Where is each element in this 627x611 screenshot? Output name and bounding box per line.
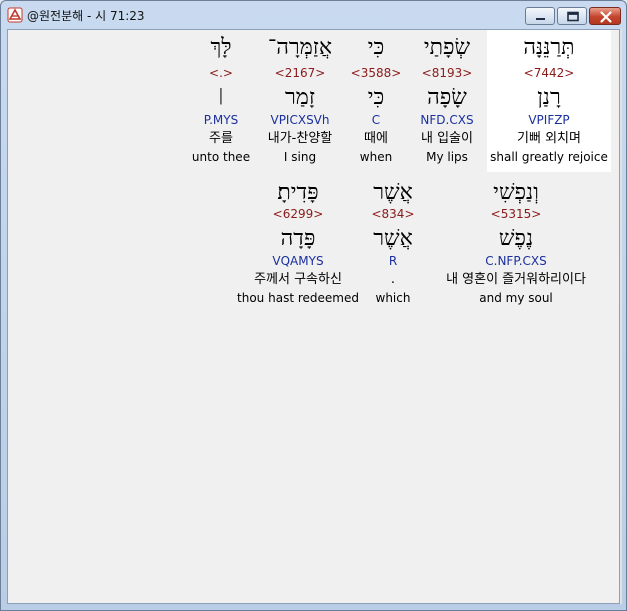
hebrew-root: ׀ bbox=[217, 90, 225, 106]
title-bar[interactable]: @원전분해 - 시 71:23 bbox=[1, 1, 626, 29]
korean-gloss: 내가-찬양할 bbox=[267, 131, 333, 146]
strong-number[interactable]: <7442> bbox=[487, 66, 611, 80]
word-column[interactable]: תְּרַנֵּנָּה <7442> רָנַן VPIFZP 기뻐 외치며 … bbox=[487, 30, 611, 172]
korean-gloss: 때에 bbox=[364, 131, 388, 146]
minimize-button[interactable] bbox=[525, 7, 555, 25]
morphology-code[interactable]: VPIFZP bbox=[487, 113, 611, 127]
strong-number[interactable]: <.> bbox=[188, 66, 254, 80]
hebrew-word: וְנַפְשִׁי bbox=[493, 180, 539, 205]
word-column[interactable]: כִּי <3588> כִּי C 때에 when bbox=[350, 30, 402, 172]
korean-gloss: 내 입술이 bbox=[421, 131, 473, 146]
strong-number[interactable]: <5315> bbox=[426, 207, 606, 221]
english-gloss: I sing bbox=[283, 150, 317, 164]
korean-gloss: 내 영혼이 즐거워하리이다 bbox=[446, 272, 586, 287]
hebrew-word: תְּרַנֵּנָּה bbox=[523, 35, 575, 60]
english-gloss: which bbox=[375, 291, 411, 305]
strong-number[interactable]: <834> bbox=[366, 207, 420, 221]
scroll-edge bbox=[620, 29, 622, 604]
maximize-button[interactable] bbox=[557, 7, 587, 25]
word-column[interactable]: אֲזַמְּרָה־ <2167> זָמַר VPICXSVh 내가-찬양할… bbox=[258, 30, 342, 172]
strong-number[interactable]: <3588> bbox=[350, 66, 402, 80]
app-logo-icon bbox=[7, 7, 23, 23]
hebrew-root: שָׂפָה bbox=[427, 85, 467, 110]
english-gloss: shall greatly rejoice bbox=[490, 150, 608, 164]
english-gloss: thou hast redeemed bbox=[237, 291, 359, 305]
minimize-icon bbox=[536, 18, 545, 20]
morphology-code[interactable]: NFD.CXS bbox=[410, 113, 484, 127]
hebrew-word: לָּךְ bbox=[210, 35, 232, 60]
close-icon bbox=[600, 11, 612, 23]
korean-gloss: . bbox=[390, 272, 396, 287]
morphology-code[interactable]: P.MYS bbox=[188, 113, 254, 127]
morphology-code[interactable]: R bbox=[366, 254, 420, 268]
hebrew-root: אֲשֶׁר bbox=[373, 226, 413, 251]
morphology-code[interactable]: VQAMYS bbox=[236, 254, 360, 268]
word-column[interactable]: אֲשֶׁר <834> אֲשֶׁר R . which bbox=[366, 175, 420, 317]
english-gloss: and my soul bbox=[479, 291, 553, 305]
analysis-pane[interactable]: תְּרַנֵּנָּה <7442> רָנַן VPIFZP 기뻐 외치며 … bbox=[7, 29, 620, 604]
hebrew-word: אֲזַמְּרָה־ bbox=[267, 35, 333, 60]
english-gloss: My lips bbox=[426, 150, 468, 164]
window-title: @원전분해 - 시 71:23 bbox=[27, 9, 145, 23]
hebrew-root: זָמַר bbox=[285, 85, 315, 110]
word-column[interactable]: פָּדִיתָ׃ <6299> פָּדָה VQAMYS 주께서 구속하신 … bbox=[236, 175, 360, 317]
hebrew-root: נֶפֶשׁ bbox=[498, 226, 534, 251]
word-column[interactable]: וְנַפְשִׁי <5315> נֶפֶשׁ C.NFP.CXS 내 영혼이… bbox=[426, 175, 606, 317]
morphology-code[interactable]: C bbox=[350, 113, 402, 127]
app-window: @원전분해 - 시 71:23 תְּרַנֵּנָּה <7442> רָנַ… bbox=[0, 0, 627, 611]
maximize-icon bbox=[567, 11, 579, 22]
english-gloss: when bbox=[359, 150, 393, 164]
hebrew-word: שְׂפָתַי bbox=[423, 35, 471, 60]
word-column[interactable]: שְׂפָתַי <8193> שָׂפָה NFD.CXS 내 입술이 My … bbox=[410, 30, 484, 172]
hebrew-root: פָּדָה bbox=[280, 226, 316, 251]
english-gloss: unto thee bbox=[191, 150, 251, 164]
hebrew-word: כִּי bbox=[367, 35, 385, 60]
strong-number[interactable]: <2167> bbox=[258, 66, 342, 80]
word-column[interactable]: לָּךְ <.> ׀ P.MYS 주를 unto thee bbox=[188, 30, 254, 172]
hebrew-word: אֲשֶׁר bbox=[373, 180, 413, 205]
hebrew-root: רָנַן bbox=[537, 85, 561, 110]
korean-gloss: 기뻐 외치며 bbox=[517, 131, 581, 146]
korean-gloss: 주께서 구속하신 bbox=[254, 272, 342, 287]
korean-gloss: 주를 bbox=[209, 131, 233, 146]
morphology-code[interactable]: VPICXSVh bbox=[258, 113, 342, 127]
strong-number[interactable]: <8193> bbox=[410, 66, 484, 80]
morphology-code[interactable]: C.NFP.CXS bbox=[426, 254, 606, 268]
hebrew-word: פָּדִיתָ׃ bbox=[277, 180, 319, 205]
close-button[interactable] bbox=[589, 7, 621, 25]
hebrew-root: כִּי bbox=[367, 85, 385, 110]
strong-number[interactable]: <6299> bbox=[236, 207, 360, 221]
